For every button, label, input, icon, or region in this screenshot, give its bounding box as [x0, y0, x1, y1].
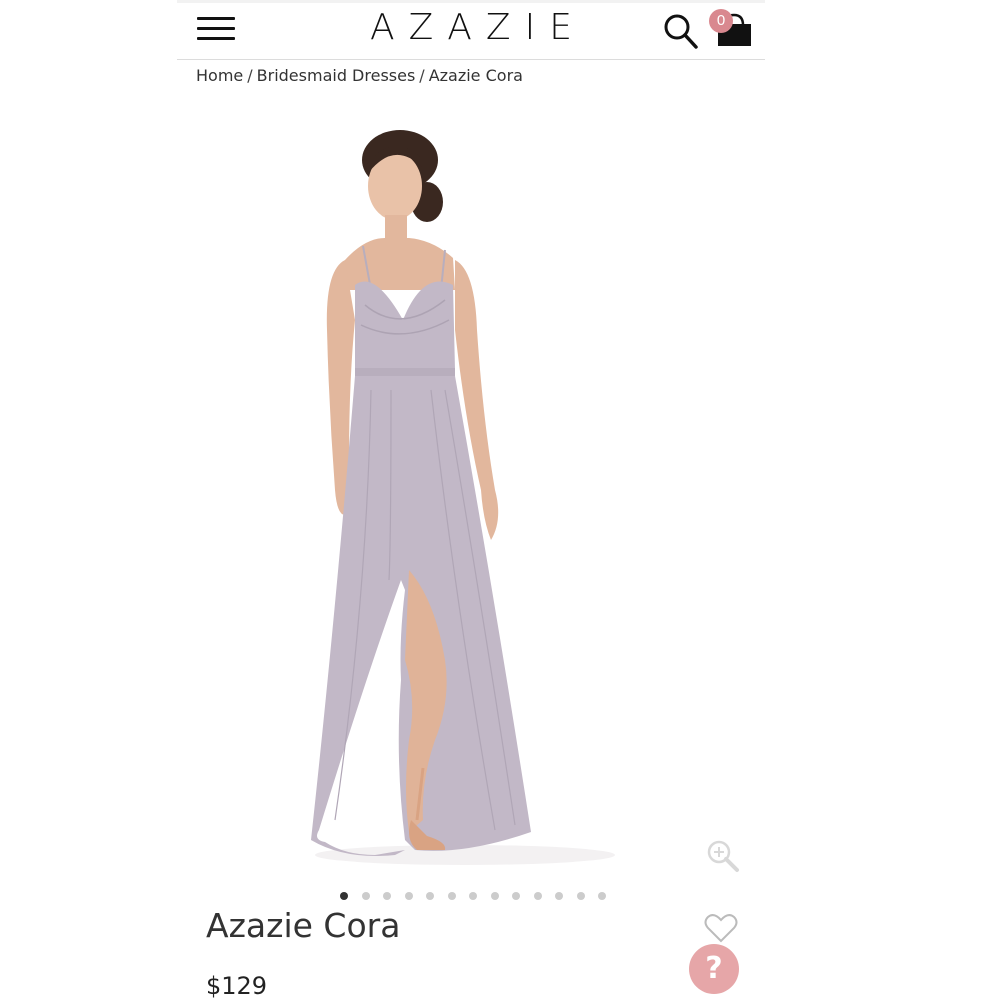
- carousel-dot[interactable]: [383, 892, 391, 900]
- zoom-icon[interactable]: [705, 838, 741, 874]
- product-title: Azazie Cora: [206, 906, 401, 945]
- carousel-dot[interactable]: [361, 892, 370, 900]
- shopping-bag-icon[interactable]: 0: [709, 9, 755, 49]
- carousel-dot[interactable]: [404, 892, 413, 900]
- breadcrumb-bridesmaid-dresses[interactable]: Bridesmaid Dresses: [257, 66, 416, 85]
- heart-icon[interactable]: [704, 912, 738, 944]
- page: AZAZIE 0 Home / Bridesmaid Dresses / Azazie …: [0, 0, 1000, 999]
- carousel-dot[interactable]: [512, 892, 520, 900]
- product-image[interactable]: [305, 120, 635, 880]
- carousel-dot[interactable]: [426, 892, 434, 900]
- carousel-dot[interactable]: [533, 892, 542, 900]
- carousel-dot[interactable]: [469, 892, 477, 900]
- breadcrumb-current: Azazie Cora: [428, 66, 523, 85]
- carousel-dot[interactable]: [576, 892, 585, 900]
- carousel-dot[interactable]: [490, 892, 499, 900]
- carousel-dot[interactable]: [447, 892, 456, 900]
- product-price: $129: [206, 972, 268, 999]
- carousel-dot[interactable]: [340, 892, 348, 900]
- mobile-viewport: AZAZIE 0 Home / Bridesmaid Dresses / Azazie …: [177, 0, 765, 999]
- breadcrumb: Home / Bridesmaid Dresses / Azazie Cora: [196, 66, 523, 85]
- breadcrumb-home[interactable]: Home: [196, 66, 243, 85]
- site-header: AZAZIE 0: [177, 0, 765, 60]
- carousel-dot[interactable]: [598, 892, 606, 900]
- cart-count-badge: 0: [709, 9, 733, 33]
- search-icon[interactable]: [663, 11, 699, 51]
- carousel-dot[interactable]: [555, 892, 563, 900]
- help-button[interactable]: ?: [689, 944, 739, 994]
- carousel-dots: [340, 892, 606, 902]
